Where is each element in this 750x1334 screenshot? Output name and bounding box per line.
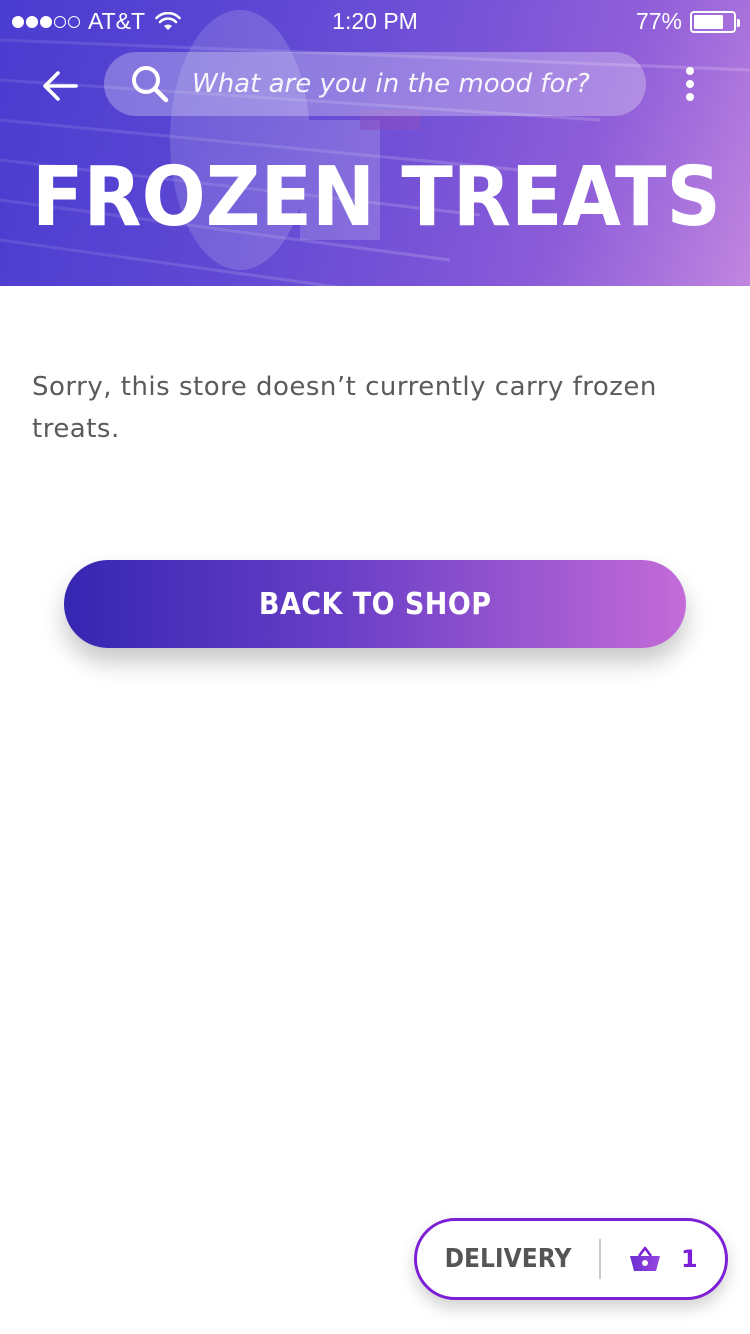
delivery-mode-button[interactable]: DELIVERY — [426, 1244, 590, 1274]
more-options-button[interactable] — [676, 64, 704, 104]
more-vertical-icon — [686, 67, 694, 75]
search-input[interactable] — [192, 69, 632, 99]
battery-fill — [694, 14, 724, 29]
status-right: 77% — [635, 8, 740, 35]
back-arrow-icon — [43, 71, 78, 101]
cart-count: 1 — [681, 1245, 698, 1273]
page-title: FROZEN TREATS — [32, 150, 721, 245]
back-to-shop-label: BACK TO SHOP — [258, 586, 492, 622]
basket-icon — [630, 1246, 660, 1271]
search-bar[interactable] — [104, 52, 646, 116]
battery-percent: 77% — [635, 8, 682, 34]
back-to-shop-button[interactable]: BACK TO SHOP — [64, 560, 686, 648]
status-bar: AT&T 1:20 PM 77% — [0, 0, 750, 40]
header-hero: AT&T 1:20 PM 77% FROZEN TREATS — [0, 0, 750, 286]
cart-button[interactable]: 1 — [601, 1245, 698, 1273]
delivery-cart-pill: DELIVERY 1 — [414, 1218, 728, 1300]
back-button[interactable] — [38, 64, 82, 108]
empty-state-message: Sorry, this store doesn’t currently carr… — [32, 372, 657, 444]
battery-icon — [690, 10, 740, 33]
search-icon — [132, 66, 169, 103]
